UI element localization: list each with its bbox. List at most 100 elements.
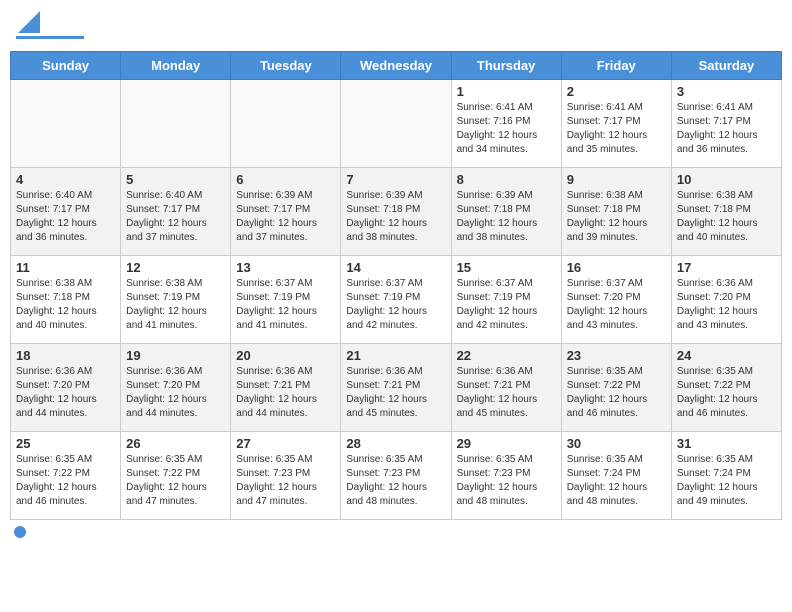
day-number: 16 [567, 260, 666, 275]
day-info: Sunrise: 6:35 AM Sunset: 7:23 PM Dayligh… [346, 453, 445, 509]
calendar-cell: 6 Sunrise: 6:39 AM Sunset: 7:17 PM Daylig… [231, 168, 341, 256]
day-info: Sunrise: 6:41 AM Sunset: 7:17 PM Dayligh… [677, 101, 776, 157]
day-number: 3 [677, 84, 776, 99]
calendar-cell: 1 Sunrise: 6:41 AM Sunset: 7:16 PM Daylig… [451, 80, 561, 168]
day-number: 9 [567, 172, 666, 187]
day-number: 6 [236, 172, 335, 187]
calendar-cell: 18Sunrise: 6:36 AM Sunset: 7:20 PM Dayli… [11, 344, 121, 432]
day-info: Sunrise: 6:39 AM Sunset: 7:17 PM Dayligh… [236, 189, 335, 245]
day-info: Sunrise: 6:40 AM Sunset: 7:17 PM Dayligh… [16, 189, 115, 245]
day-number: 13 [236, 260, 335, 275]
page-header [10, 10, 782, 43]
day-header-monday: Monday [121, 52, 231, 80]
calendar-table: SundayMondayTuesdayWednesdayThursdayFrid… [10, 51, 782, 520]
day-number: 2 [567, 84, 666, 99]
day-number: 7 [346, 172, 445, 187]
calendar-cell: 20 Sunrise: 6:36 AM Sunset: 7:21 PM Dayli… [231, 344, 341, 432]
day-info: Sunrise: 6:37 AM Sunset: 7:19 PM Dayligh… [457, 277, 556, 333]
day-number: 17 [677, 260, 776, 275]
day-info: Sunrise: 6:35 AM Sunset: 7:23 PM Dayligh… [236, 453, 335, 509]
logo-underline [16, 36, 84, 39]
calendar-cell: 4 Sunrise: 6:40 AM Sunset: 7:17 PM Daylig… [11, 168, 121, 256]
day-info: Sunrise: 6:36 AM Sunset: 7:21 PM Dayligh… [346, 365, 445, 421]
calendar-cell: 25Sunrise: 6:35 AM Sunset: 7:22 PM Dayli… [11, 432, 121, 520]
calendar-cell: 27 Sunrise: 6:35 AM Sunset: 7:23 PM Dayli… [231, 432, 341, 520]
calendar-cell: 14 Sunrise: 6:37 AM Sunset: 7:19 PM Dayli… [341, 256, 451, 344]
day-number: 29 [457, 436, 556, 451]
calendar-cell: 29 Sunrise: 6:35 AM Sunset: 7:23 PM Dayli… [451, 432, 561, 520]
day-number: 11 [16, 260, 115, 275]
calendar-cell: 22 Sunrise: 6:36 AM Sunset: 7:21 PM Dayli… [451, 344, 561, 432]
day-header-sunday: Sunday [11, 52, 121, 80]
calendar-cell: 2Sunrise: 6:41 AM Sunset: 7:17 PM Daylig… [561, 80, 671, 168]
day-number: 27 [236, 436, 335, 451]
day-number: 25 [16, 436, 115, 451]
day-info: Sunrise: 6:35 AM Sunset: 7:22 PM Dayligh… [567, 365, 666, 421]
calendar-cell [121, 80, 231, 168]
calendar-cell [341, 80, 451, 168]
week-row-1: 1 Sunrise: 6:41 AM Sunset: 7:16 PM Daylig… [11, 80, 782, 168]
day-number: 1 [457, 84, 556, 99]
day-info: Sunrise: 6:35 AM Sunset: 7:22 PM Dayligh… [677, 365, 776, 421]
calendar-cell: 30 Sunrise: 6:35 AM Sunset: 7:24 PM Dayli… [561, 432, 671, 520]
calendar-cell: 19 Sunrise: 6:36 AM Sunset: 7:20 PM Dayli… [121, 344, 231, 432]
calendar-cell: 28 Sunrise: 6:35 AM Sunset: 7:23 PM Dayli… [341, 432, 451, 520]
day-info: Sunrise: 6:35 AM Sunset: 7:22 PM Dayligh… [126, 453, 225, 509]
day-info: Sunrise: 6:39 AM Sunset: 7:18 PM Dayligh… [346, 189, 445, 245]
calendar-cell: 16 Sunrise: 6:37 AM Sunset: 7:20 PM Dayli… [561, 256, 671, 344]
day-info: Sunrise: 6:36 AM Sunset: 7:20 PM Dayligh… [677, 277, 776, 333]
calendar-cell: 13Sunrise: 6:37 AM Sunset: 7:19 PM Dayli… [231, 256, 341, 344]
calendar-cell: 5 Sunrise: 6:40 AM Sunset: 7:17 PM Daylig… [121, 168, 231, 256]
day-number: 23 [567, 348, 666, 363]
calendar-cell: 21 Sunrise: 6:36 AM Sunset: 7:21 PM Dayli… [341, 344, 451, 432]
day-number: 22 [457, 348, 556, 363]
day-number: 21 [346, 348, 445, 363]
day-header-saturday: Saturday [671, 52, 781, 80]
calendar-cell: 7 Sunrise: 6:39 AM Sunset: 7:18 PM Daylig… [341, 168, 451, 256]
calendar-cell: 12 Sunrise: 6:38 AM Sunset: 7:19 PM Dayli… [121, 256, 231, 344]
day-header-friday: Friday [561, 52, 671, 80]
footer [10, 526, 782, 538]
calendar-cell [11, 80, 121, 168]
day-number: 18 [16, 348, 115, 363]
day-number: 26 [126, 436, 225, 451]
calendar-cell: 23 Sunrise: 6:35 AM Sunset: 7:22 PM Dayli… [561, 344, 671, 432]
footer-dot [14, 526, 26, 538]
day-info: Sunrise: 6:35 AM Sunset: 7:23 PM Dayligh… [457, 453, 556, 509]
week-row-2: 4 Sunrise: 6:40 AM Sunset: 7:17 PM Daylig… [11, 168, 782, 256]
day-info: Sunrise: 6:41 AM Sunset: 7:16 PM Dayligh… [457, 101, 556, 157]
calendar-cell: 10 Sunrise: 6:38 AM Sunset: 7:18 PM Dayli… [671, 168, 781, 256]
calendar-cell [231, 80, 341, 168]
day-info: Sunrise: 6:40 AM Sunset: 7:17 PM Dayligh… [126, 189, 225, 245]
day-header-tuesday: Tuesday [231, 52, 341, 80]
day-number: 4 [16, 172, 115, 187]
day-info: Sunrise: 6:37 AM Sunset: 7:19 PM Dayligh… [346, 277, 445, 333]
day-info: Sunrise: 6:37 AM Sunset: 7:20 PM Dayligh… [567, 277, 666, 333]
day-info: Sunrise: 6:38 AM Sunset: 7:18 PM Dayligh… [567, 189, 666, 245]
calendar-cell: 3 Sunrise: 6:41 AM Sunset: 7:17 PM Daylig… [671, 80, 781, 168]
day-info: Sunrise: 6:39 AM Sunset: 7:18 PM Dayligh… [457, 189, 556, 245]
day-number: 31 [677, 436, 776, 451]
day-info: Sunrise: 6:38 AM Sunset: 7:18 PM Dayligh… [677, 189, 776, 245]
week-row-5: 25 Sunrise: 6:35 AM Sunset: 7:22 PM Dayli… [11, 432, 782, 520]
day-number: 30 [567, 436, 666, 451]
day-number: 15 [457, 260, 556, 275]
day-info: Sunrise: 6:36 AM Sunset: 7:21 PM Dayligh… [236, 365, 335, 421]
day-number: 20 [236, 348, 335, 363]
calendar-cell: 31Sunrise: 6:35 AM Sunset: 7:24 PM Dayli… [671, 432, 781, 520]
calendar-cell: 9 Sunrise: 6:38 AM Sunset: 7:18 PM Daylig… [561, 168, 671, 256]
day-info: Sunrise: 6:38 AM Sunset: 7:19 PM Dayligh… [126, 277, 225, 333]
day-info: Sunrise: 6:35 AM Sunset: 7:24 PM Dayligh… [567, 453, 666, 509]
day-info: Sunrise: 6:36 AM Sunset: 7:20 PM Dayligh… [126, 365, 225, 421]
day-info: Sunrise: 6:36 AM Sunset: 7:21 PM Dayligh… [457, 365, 556, 421]
day-number: 5 [126, 172, 225, 187]
day-number: 19 [126, 348, 225, 363]
day-number: 12 [126, 260, 225, 275]
day-info: Sunrise: 6:38 AM Sunset: 7:18 PM Dayligh… [16, 277, 115, 333]
calendar-cell: 15 Sunrise: 6:37 AM Sunset: 7:19 PM Dayli… [451, 256, 561, 344]
calendar-cell: 24Sunrise: 6:35 AM Sunset: 7:22 PM Dayli… [671, 344, 781, 432]
day-number: 14 [346, 260, 445, 275]
calendar-cell: 26 Sunrise: 6:35 AM Sunset: 7:22 PM Dayli… [121, 432, 231, 520]
day-number: 28 [346, 436, 445, 451]
day-number: 10 [677, 172, 776, 187]
